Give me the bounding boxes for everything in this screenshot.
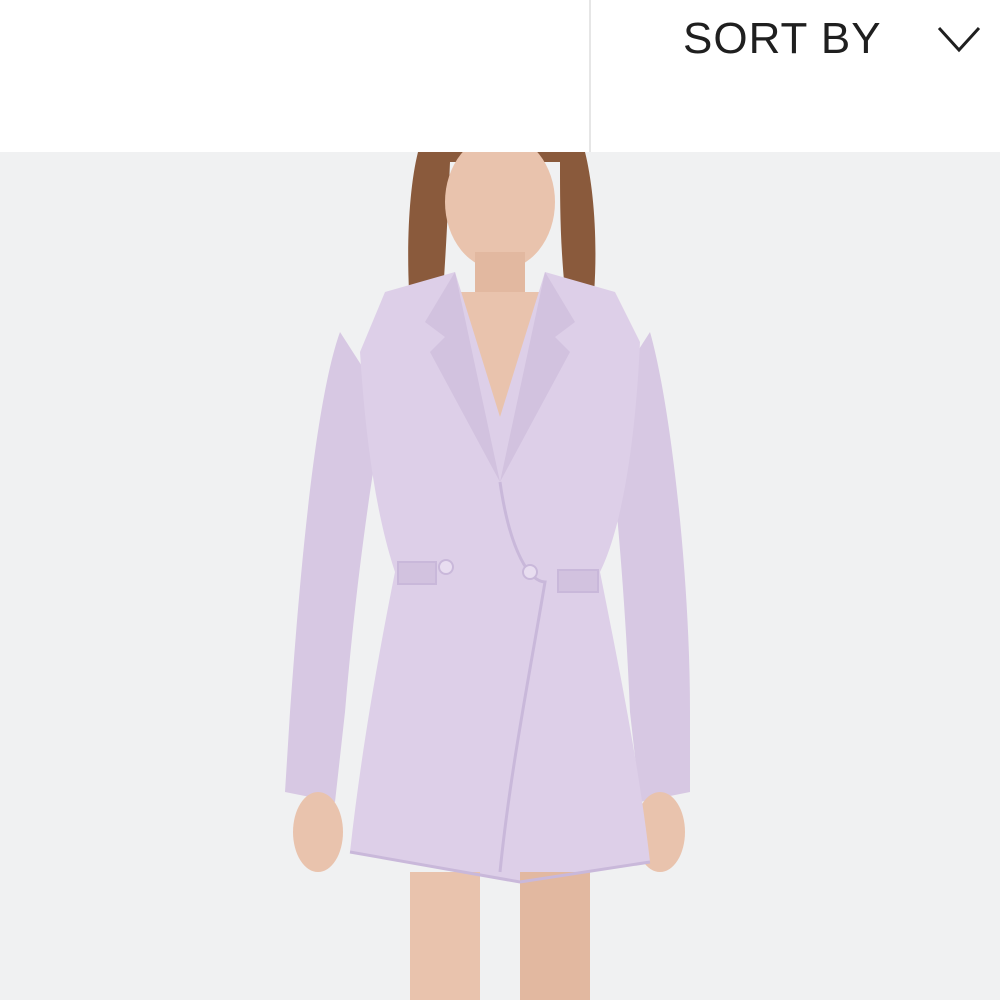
sort-by-dropdown[interactable]: SORT BY [591, 0, 1000, 80]
product-listing-page: SORT BY [0, 0, 1000, 1000]
model-photo [0, 152, 1000, 1000]
chevron-down-icon [937, 26, 981, 53]
listing-toolbar: SORT BY [0, 0, 1000, 152]
sort-by-label: SORT BY [683, 14, 882, 63]
product-image[interactable] [0, 152, 1000, 1000]
